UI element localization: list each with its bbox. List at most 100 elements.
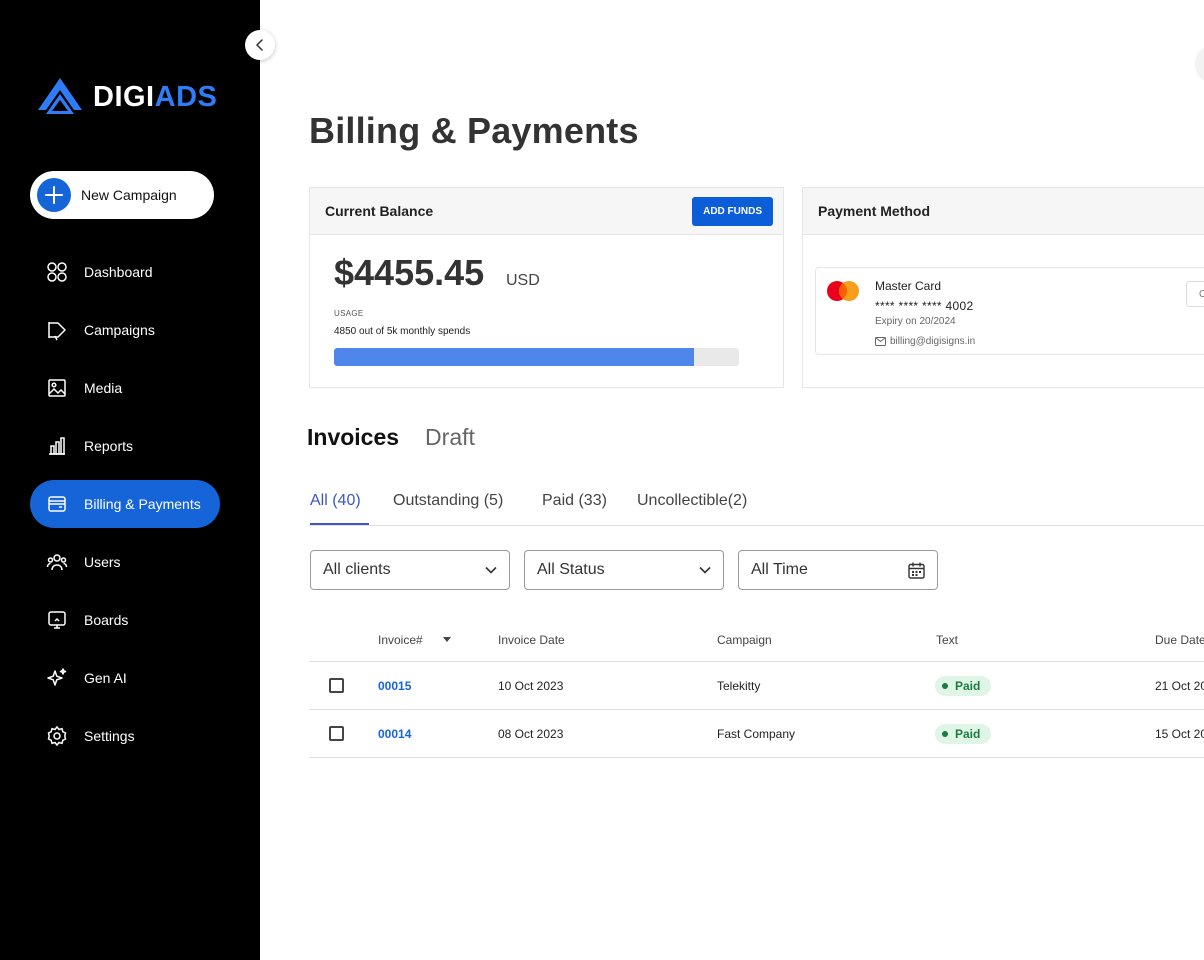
card-expiry: Expiry on 20/2024	[875, 316, 956, 327]
sparkle-icon	[46, 667, 68, 689]
status-select[interactable]: All Status	[524, 550, 724, 590]
sidebar-item-boards[interactable]: Boards	[30, 596, 220, 644]
billing-email-text: billing@digisigns.in	[890, 336, 976, 347]
column-header-text: Text	[936, 633, 959, 647]
active-tab-indicator	[310, 523, 369, 525]
card-header: Current Balance ADD FUNDS	[310, 188, 783, 235]
usage-progress-bar	[334, 348, 739, 366]
table-row[interactable]: 00015 10 Oct 2023 Telekitty Paid 21 Oct …	[309, 662, 1204, 710]
grid-icon	[46, 261, 68, 283]
invoice-number-link[interactable]: 00014	[378, 727, 411, 741]
tab-all[interactable]: All (40)	[310, 492, 361, 510]
due-date: 15 Oct 2023	[1155, 727, 1204, 741]
new-campaign-label: New Campaign	[81, 187, 177, 203]
tab-draft[interactable]: Draft	[425, 424, 475, 451]
balance-amount: $4455.45	[334, 252, 485, 293]
row-checkbox[interactable]	[329, 678, 344, 693]
collapse-sidebar-button[interactable]	[245, 30, 275, 60]
invoice-number-link[interactable]: 00015	[378, 679, 411, 693]
sort-down-icon[interactable]	[443, 637, 451, 642]
due-date: 21 Oct 2023	[1155, 679, 1204, 693]
column-header-due-date: Due Date	[1155, 633, 1204, 647]
sidebar-item-settings[interactable]: Settings	[30, 712, 220, 760]
status-badge: Paid	[935, 676, 992, 696]
sidebar-item-label: Billing & Payments	[84, 496, 201, 512]
invoice-date: 08 Oct 2023	[498, 727, 564, 741]
time-picker-value: All Time	[751, 561, 808, 578]
table-header: Invoice# Invoice Date Campaign Text Due …	[309, 614, 1204, 662]
wallet-icon	[46, 493, 68, 515]
gear-icon	[46, 725, 68, 747]
sidebar-item-campaigns[interactable]: Campaigns	[30, 306, 220, 354]
sidebar-item-dashboard[interactable]: Dashboard	[30, 248, 220, 296]
brand-name: DIGIADS	[93, 80, 218, 113]
usage-text: 4850 out of 5k monthly spends	[334, 326, 471, 337]
logo-mark-icon	[38, 78, 82, 114]
card-header: Payment Method	[803, 188, 1204, 235]
megaphone-icon	[46, 319, 68, 341]
sidebar: DIGIADS New Campaign Dashboard Campaigns…	[0, 0, 260, 960]
campaign-name: Telekitty	[717, 679, 761, 693]
page-title: Billing & Payments	[309, 110, 639, 151]
sidebar-item-label: Reports	[84, 438, 134, 454]
brand-logo[interactable]: DIGIADS	[38, 78, 217, 116]
mastercard-icon	[827, 281, 859, 301]
bar-chart-icon	[46, 435, 68, 457]
clients-select-value: All clients	[323, 561, 391, 578]
card-title: Current Balance	[325, 203, 434, 219]
card-title: Payment Method	[818, 203, 931, 219]
clients-select[interactable]: All clients	[310, 550, 510, 590]
sidebar-item-label: Dashboard	[84, 264, 153, 280]
sidebar-item-billing-payments[interactable]: Billing & Payments	[30, 480, 220, 528]
payment-method-card: Payment Method Master Card **** **** ***…	[802, 187, 1204, 388]
add-funds-button[interactable]: ADD FUNDS	[692, 196, 773, 226]
sidebar-nav: Dashboard Campaigns Media Reports Billin…	[30, 248, 220, 770]
sidebar-item-label: Users	[84, 554, 121, 570]
status-dot	[942, 731, 948, 737]
plus-icon	[37, 178, 71, 212]
sidebar-item-label: Campaigns	[84, 322, 155, 338]
card-name: Master Card	[875, 279, 942, 293]
time-date-picker[interactable]: All Time	[738, 550, 938, 590]
status-badge: Paid	[935, 724, 992, 744]
section-tabs: Invoices Draft	[307, 424, 501, 451]
card-action-button[interactable]: C	[1186, 281, 1204, 307]
new-campaign-button[interactable]: New Campaign	[30, 171, 214, 219]
sidebar-item-gen-ai[interactable]: Gen AI	[30, 654, 220, 702]
chevron-down-icon	[485, 566, 497, 574]
tab-paid[interactable]: Paid (33)	[542, 492, 607, 510]
tab-invoices[interactable]: Invoices	[307, 424, 399, 451]
chevron-left-icon	[256, 39, 263, 51]
sidebar-item-label: Gen AI	[84, 670, 127, 686]
invoice-date: 10 Oct 2023	[498, 679, 564, 693]
balance-currency: USD	[506, 272, 540, 289]
sidebar-item-label: Boards	[84, 612, 129, 628]
status-dot	[942, 683, 948, 689]
row-checkbox[interactable]	[329, 726, 344, 741]
tab-uncollectible[interactable]: Uncollectible(2)	[637, 492, 747, 510]
invoices-table: Invoice# Invoice Date Campaign Text Due …	[309, 614, 1204, 758]
chevron-down-icon	[699, 566, 711, 574]
status-select-value: All Status	[537, 561, 605, 578]
sidebar-item-label: Media	[84, 380, 123, 396]
usage-label: USAGE	[334, 309, 364, 318]
column-header-invoice[interactable]: Invoice#	[378, 633, 423, 647]
tab-outstanding[interactable]: Outstanding (5)	[393, 492, 503, 510]
screen-icon	[46, 609, 68, 631]
payment-card-item[interactable]: Master Card **** **** **** 4002 Expiry o…	[815, 267, 1204, 355]
sidebar-item-label: Settings	[84, 728, 135, 744]
current-balance-card: Current Balance ADD FUNDS $4455.45 USD U…	[309, 187, 784, 388]
invoice-filter-tabs: All (40) Outstanding (5) Paid (33) Uncol…	[309, 478, 1204, 526]
billing-email: billing@digisigns.in	[875, 336, 975, 347]
sidebar-item-media[interactable]: Media	[30, 364, 220, 412]
calendar-icon	[908, 562, 925, 579]
avatar[interactable]	[1195, 46, 1204, 82]
sidebar-item-reports[interactable]: Reports	[30, 422, 220, 470]
image-icon	[46, 377, 68, 399]
column-header-invoice-date: Invoice Date	[498, 633, 565, 647]
column-header-campaign: Campaign	[717, 633, 772, 647]
sidebar-item-users[interactable]: Users	[30, 538, 220, 586]
mail-icon	[875, 337, 886, 346]
table-row[interactable]: 00014 08 Oct 2023 Fast Company Paid 15 O…	[309, 710, 1204, 758]
campaign-name: Fast Company	[717, 727, 796, 741]
